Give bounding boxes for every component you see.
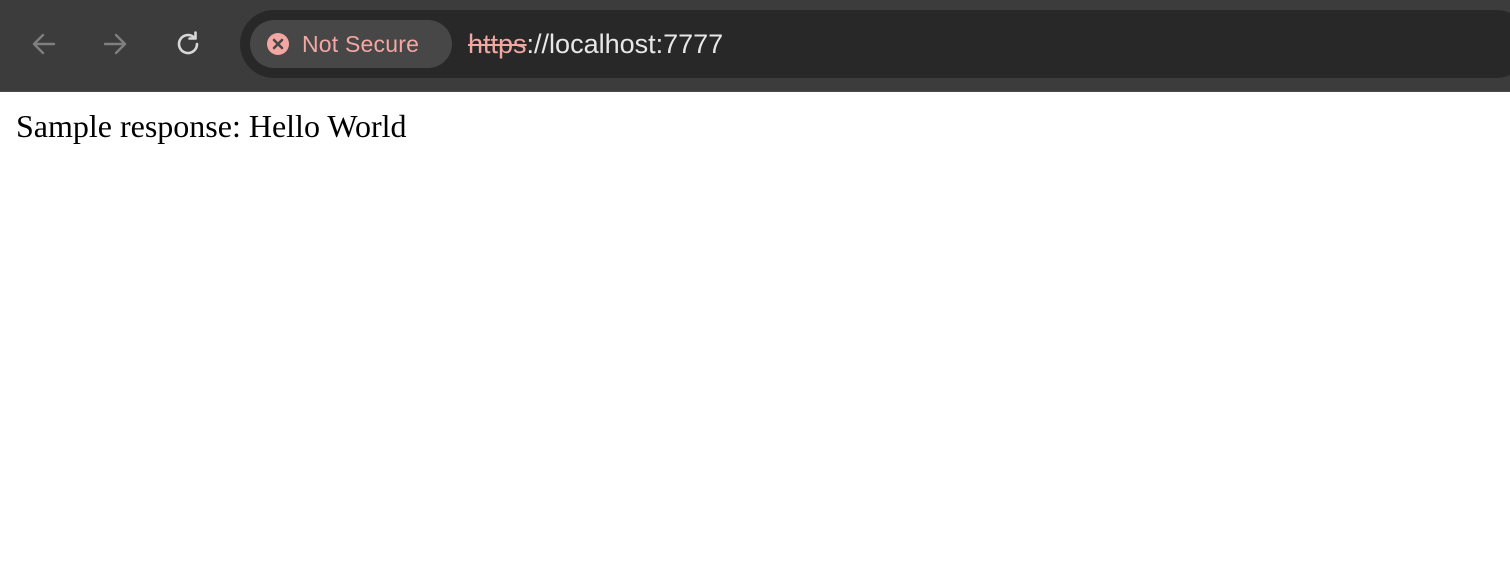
x-circle-icon — [267, 33, 289, 55]
url-text[interactable]: https://localhost:7777 — [468, 10, 723, 78]
arrow-left-icon — [32, 33, 56, 55]
reload-button[interactable] — [170, 26, 206, 62]
security-indicator-button[interactable]: Not Secure — [250, 20, 452, 68]
browser-toolbar: Not Secure https://localhost:7777 — [0, 0, 1510, 92]
page-content: Sample response: Hello World — [0, 92, 1510, 570]
back-button[interactable] — [26, 26, 62, 62]
arrow-right-icon — [103, 33, 127, 55]
response-text: Sample response: Hello World — [16, 108, 407, 144]
url-scheme: https — [468, 28, 527, 59]
reload-icon — [177, 31, 199, 55]
forward-button[interactable] — [97, 26, 133, 62]
security-label: Not Secure — [302, 30, 420, 57]
url-host: ://localhost:7777 — [526, 28, 724, 59]
address-bar[interactable]: Not Secure https://localhost:7777 — [240, 10, 1510, 78]
